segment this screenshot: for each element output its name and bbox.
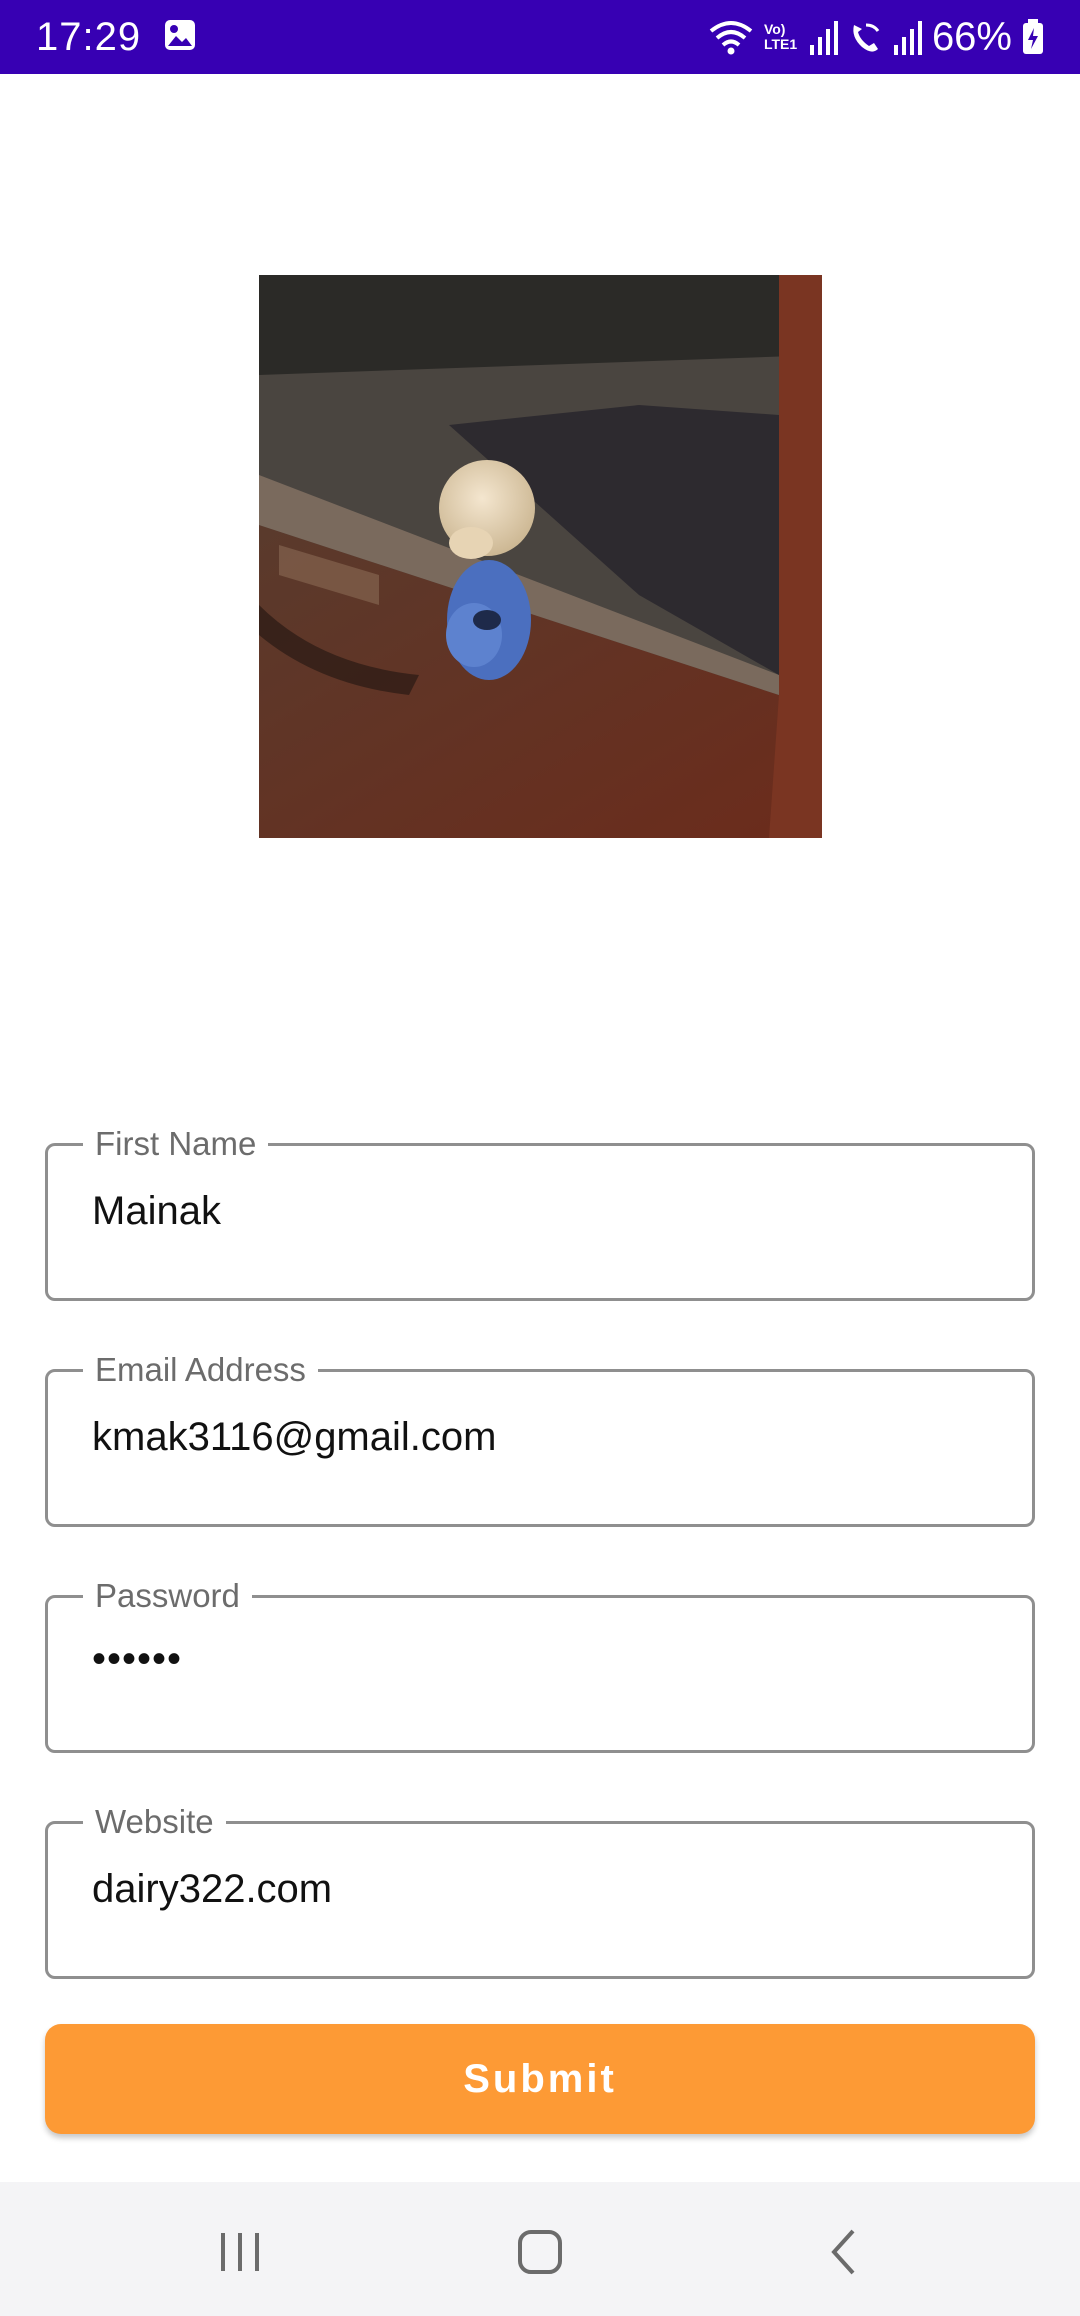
gallery-notification-icon <box>163 18 197 57</box>
home-icon[interactable] <box>500 2212 580 2292</box>
first-name-field[interactable]: First Name Mainak <box>45 1124 1035 1301</box>
status-bar: 17:29 Vo) LTE1 66% <box>0 0 1080 74</box>
password-label: Password <box>83 1576 252 1616</box>
first-name-label: First Name <box>83 1124 269 1164</box>
signal-icon-2 <box>893 19 922 55</box>
email-field[interactable]: Email Address kmak3116@gmail.com <box>45 1350 1035 1527</box>
system-nav-bar <box>0 2182 1080 2316</box>
email-value: kmak3116@gmail.com <box>92 1415 497 1459</box>
status-time: 17:29 <box>36 14 142 59</box>
password-value: •••••• <box>92 1637 183 1681</box>
website-field[interactable]: Website dairy322.com <box>45 1802 1035 1979</box>
network-label: Vo) LTE1 <box>763 21 798 52</box>
wifi-calling-icon <box>848 19 884 55</box>
back-icon[interactable] <box>805 2212 885 2292</box>
website-value: dairy322.com <box>92 1867 333 1911</box>
submit-button[interactable]: Submit <box>45 2024 1035 2134</box>
first-name-value: Mainak <box>92 1189 221 1233</box>
email-label: Email Address <box>83 1350 318 1390</box>
website-label: Website <box>83 1802 226 1842</box>
battery-icon <box>1022 19 1044 55</box>
wifi-icon <box>708 17 754 57</box>
battery-percent: 66% <box>931 14 1012 59</box>
profile-image[interactable] <box>259 275 822 838</box>
password-field[interactable]: Password •••••• <box>45 1576 1035 1753</box>
signal-icon <box>809 19 838 55</box>
recent-apps-icon[interactable] <box>200 2212 280 2292</box>
